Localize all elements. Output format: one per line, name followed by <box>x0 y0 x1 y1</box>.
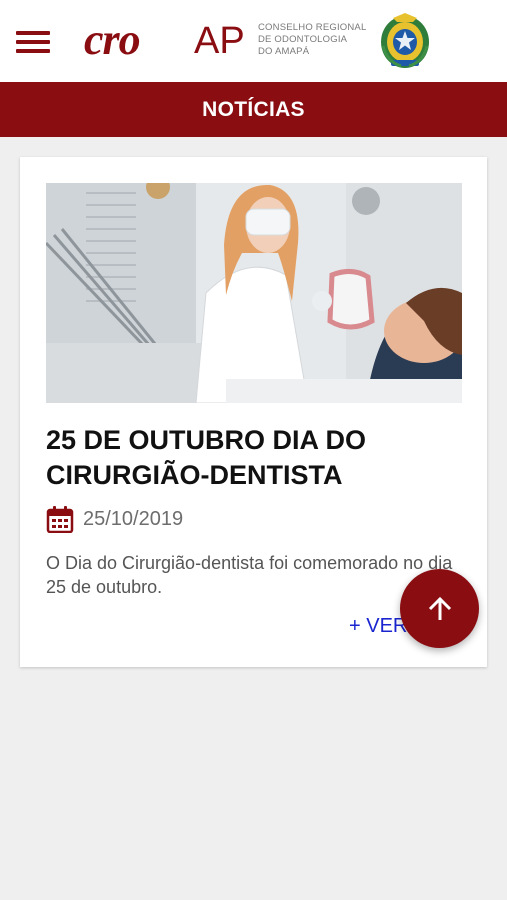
page-title-bar: NOTÍCIAS <box>0 82 507 137</box>
scroll-to-top-button[interactable] <box>400 569 479 648</box>
amapa-coat-of-arms-icon <box>381 13 429 68</box>
calendar-icon <box>46 506 74 533</box>
logo-brand: cro <box>84 15 141 64</box>
news-title[interactable]: 25 DE OUTUBRO DIA DO CIRURGIÃO-DENTISTA <box>46 423 466 493</box>
cro-ap-logo[interactable]: cro AP CONSELHO REGIONAL DE ODONTOLOGIA … <box>84 14 374 70</box>
news-date: 25/10/2019 <box>46 505 183 533</box>
news-date-text: 25/10/2019 <box>83 507 184 530</box>
hamburger-menu-icon <box>16 31 50 35</box>
read-more-link[interactable]: + VER <box>349 615 407 638</box>
arrow-up-icon <box>428 596 451 620</box>
logo-state: AP <box>194 20 245 62</box>
dentist-with-patient-photo[interactable] <box>46 183 462 403</box>
menu-button[interactable] <box>16 29 50 55</box>
logo-organization-name: CONSELHO REGIONAL DE ODONTOLOGIA DO AMAP… <box>258 22 367 57</box>
page-title: NOTÍCIAS <box>202 97 305 121</box>
app-header: cro AP CONSELHO REGIONAL DE ODONTOLOGIA … <box>0 0 507 82</box>
